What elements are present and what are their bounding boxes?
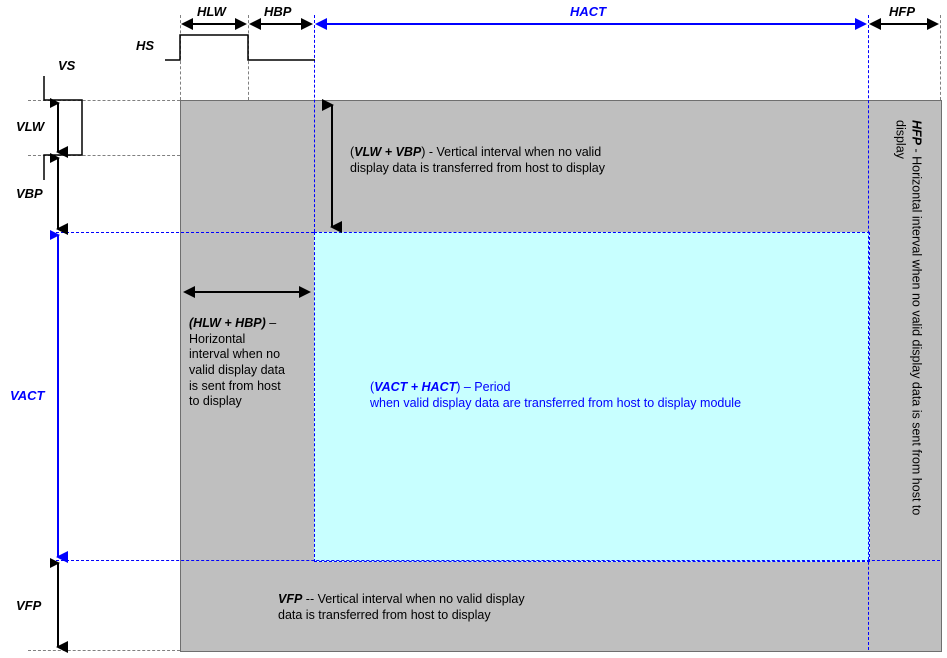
desc-vact-hact: (VACT + HACT) – Period when valid displa… (370, 380, 840, 411)
label-hlw: HLW (197, 4, 226, 19)
vlw-vbp-arrow (320, 95, 350, 255)
guide-hact-right (868, 15, 869, 650)
label-vact: VACT (10, 388, 44, 403)
label-vfp: VFP (16, 598, 41, 613)
desc-vfp: VFP -- Vertical interval when no valid d… (278, 592, 698, 623)
hlw-hbp-arrow (176, 280, 336, 310)
guide-vact-bottom (56, 560, 940, 561)
label-hbp: HBP (264, 4, 291, 19)
label-hact: HACT (570, 4, 606, 19)
label-hfp: HFP (889, 4, 915, 19)
timing-diagram: HLW HBP HACT HFP HS VS VLW VBP VACT VFP (0, 0, 947, 658)
left-dim-arrows (50, 0, 110, 658)
top-dim-arrows (0, 18, 947, 48)
desc-hfp: HFP - Horizontal interval when no valid … (892, 120, 925, 540)
desc-hlw-hbp: (HLW + HBP) – Horizontal interval when n… (189, 316, 307, 410)
desc-vlw-vbp: (VLW + VBP) - Vertical interval when no … (350, 145, 730, 176)
